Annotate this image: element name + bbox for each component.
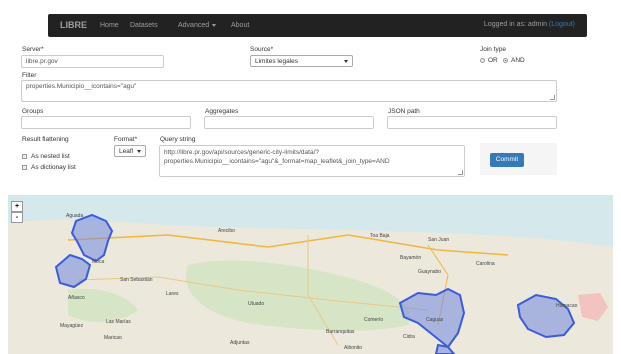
dict-list-label: As dictionay list bbox=[31, 164, 76, 171]
map-label: Toa Baja bbox=[370, 233, 390, 239]
source-select[interactable]: Limites legales bbox=[250, 55, 353, 67]
source-label: Source* bbox=[250, 46, 274, 53]
top-navbar: LIBRE Home Datasets Advanced About Logge… bbox=[48, 14, 587, 37]
json-path-input[interactable] bbox=[387, 116, 557, 129]
map-label: Adjuntas bbox=[230, 340, 250, 346]
map-label: Utuado bbox=[248, 301, 265, 307]
join-or-radio[interactable] bbox=[480, 58, 485, 63]
query-string-line-2: properties.Municipio__icontains="agu"&_f… bbox=[164, 158, 390, 165]
format-label: Format* bbox=[114, 136, 138, 143]
flattening-label: Result flattening bbox=[22, 136, 69, 143]
filter-label: Filter bbox=[22, 72, 37, 79]
join-or-label: OR bbox=[488, 57, 498, 64]
nested-list-checkbox[interactable] bbox=[22, 154, 27, 159]
map-label: Aguada bbox=[66, 213, 84, 219]
resize-handle-icon[interactable] bbox=[458, 170, 463, 175]
map-label: Comerío bbox=[364, 317, 384, 323]
map-label: Añasco bbox=[68, 295, 85, 301]
logout-link[interactable]: (Logout) bbox=[549, 21, 575, 28]
query-string-textarea[interactable]: http://libre.pr.gov/api/sources/generic-… bbox=[159, 145, 465, 177]
aggregates-label: Aggregates bbox=[205, 108, 239, 115]
query-string-label: Query string bbox=[160, 136, 196, 143]
map-label: Mayagüez bbox=[60, 323, 84, 329]
chevron-down-icon bbox=[137, 150, 141, 153]
server-label: Server* bbox=[22, 46, 44, 53]
query-string-line-1: http://libre.pr.gov/api/sources/generic-… bbox=[164, 149, 319, 156]
dict-list-checkbox[interactable] bbox=[22, 165, 27, 170]
map-label: San Sebastián bbox=[120, 277, 153, 283]
filter-value: properties.Municipio__icontains="agu" bbox=[26, 83, 137, 90]
nav-advanced-label: Advanced bbox=[178, 22, 210, 29]
nav-advanced[interactable]: Advanced bbox=[178, 22, 217, 29]
map-label: Cidra bbox=[403, 334, 415, 340]
format-select-value: Leafl bbox=[119, 148, 134, 155]
map-label: Carolina bbox=[476, 261, 495, 267]
map-label: San Juan bbox=[428, 237, 450, 243]
filter-textarea[interactable]: properties.Municipio__icontains="agu" bbox=[21, 80, 557, 102]
map-label: Lares bbox=[166, 291, 179, 297]
zoom-in-button[interactable]: + bbox=[11, 201, 23, 212]
map-label: Aibonito bbox=[344, 345, 363, 351]
commit-button[interactable]: Commit bbox=[490, 153, 524, 167]
map-view[interactable]: + - Arecibo Aguada Moca San Sebastián La… bbox=[8, 195, 613, 354]
groups-input[interactable] bbox=[21, 116, 191, 129]
join-and-label: AND bbox=[511, 57, 525, 64]
chevron-down-icon bbox=[344, 60, 348, 63]
aggregates-input[interactable] bbox=[204, 116, 374, 129]
nav-home[interactable]: Home bbox=[100, 22, 119, 29]
map-label: Guaynabo bbox=[418, 269, 442, 275]
groups-label: Groups bbox=[22, 108, 44, 115]
join-and-radio[interactable] bbox=[503, 58, 508, 63]
commit-panel: Commit bbox=[480, 143, 557, 175]
nested-list-label: As nested list bbox=[31, 153, 70, 160]
nav-about[interactable]: About bbox=[231, 22, 249, 29]
server-input[interactable]: libre.pr.gov bbox=[21, 55, 164, 68]
map-label: Bayamón bbox=[400, 255, 422, 261]
map-label: Moca bbox=[92, 259, 105, 265]
caret-down-icon bbox=[212, 23, 217, 27]
map-label: Las Marías bbox=[106, 319, 131, 325]
format-select[interactable]: Leafl bbox=[114, 145, 146, 157]
login-status: Logged in as: admin (Logout) bbox=[484, 21, 575, 28]
join-type-label: Join type bbox=[480, 46, 507, 53]
map-label: Caguas bbox=[426, 317, 444, 323]
source-select-value: Limites legales bbox=[255, 58, 298, 65]
json-path-label: JSON path bbox=[388, 108, 420, 115]
zoom-out-button[interactable]: - bbox=[11, 212, 23, 223]
map-label: Barranquitas bbox=[326, 329, 355, 335]
brand-logo[interactable]: LIBRE bbox=[60, 20, 87, 30]
logged-in-text: Logged in as: admin bbox=[483, 21, 547, 28]
map-label: Humacao bbox=[556, 303, 578, 309]
map-canvas[interactable] bbox=[8, 195, 613, 354]
nav-datasets[interactable]: Datasets bbox=[130, 22, 158, 29]
map-label: Arecibo bbox=[218, 228, 235, 234]
map-label: Maricao bbox=[104, 335, 122, 341]
resize-handle-icon[interactable] bbox=[550, 95, 555, 100]
